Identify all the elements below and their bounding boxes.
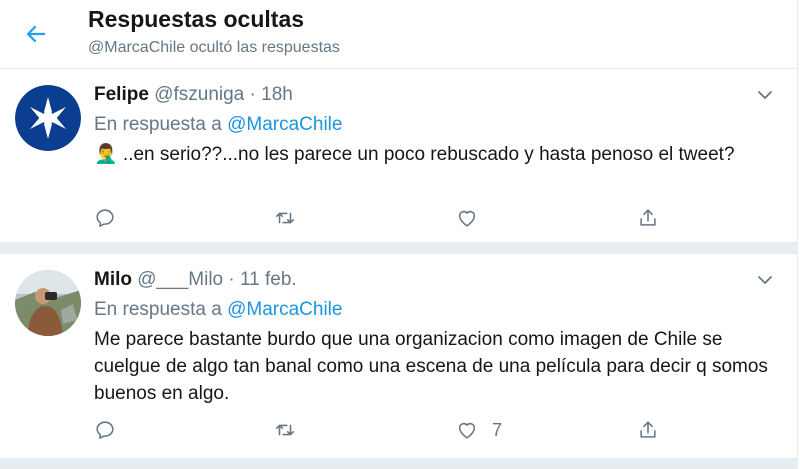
section-divider	[0, 242, 797, 254]
page-subtitle: @MarcaChile ocultó las respuestas	[88, 39, 340, 56]
page-title: Respuestas ocultas	[88, 6, 305, 32]
reply-button[interactable]	[94, 417, 116, 443]
tweet-header: Milo @___Milo · 11 feb.	[94, 269, 297, 291]
reply-context: En respuesta a @MarcaChile	[94, 114, 342, 136]
mention-link[interactable]: @MarcaChile	[227, 114, 342, 135]
share-icon	[640, 209, 656, 226]
retweet-button[interactable]	[274, 417, 296, 443]
section-divider	[0, 458, 797, 469]
reply-prefix: En respuesta a	[94, 114, 222, 135]
tweet-card[interactable]: Felipe @fszuniga · 18h En respuesta a @M…	[0, 69, 797, 242]
arrow-left-icon	[26, 25, 46, 43]
separator-dot: ·	[249, 84, 256, 105]
tweet-time[interactable]: 18h	[261, 84, 293, 105]
retweet-icon	[275, 424, 295, 436]
like-button[interactable]	[456, 205, 492, 231]
mention-link[interactable]: @MarcaChile	[227, 299, 342, 320]
retweet-icon	[275, 212, 295, 224]
avatar-star-logo	[15, 85, 81, 151]
header: Respuestas ocultas @MarcaChile ocultó la…	[0, 0, 797, 69]
author-name[interactable]: Felipe	[94, 84, 149, 105]
reply-button[interactable]	[94, 205, 116, 231]
tweet-text: Me parece bastante burdo que una organiz…	[94, 329, 768, 404]
chevron-down-icon	[758, 91, 772, 99]
retweet-button[interactable]	[274, 205, 296, 231]
chevron-down-icon	[758, 276, 772, 284]
author-name[interactable]: Milo	[94, 269, 132, 290]
reply-icon	[96, 209, 114, 228]
tweet-text: 🤦‍♂️ ..en serio??...no les parece un poc…	[94, 144, 735, 165]
tweet-actions	[94, 205, 694, 231]
tweet-menu-button[interactable]	[755, 270, 775, 290]
author-handle[interactable]: @fszuniga	[154, 84, 244, 105]
tweet-menu-button[interactable]	[755, 85, 775, 105]
author-handle[interactable]: @___Milo	[137, 269, 223, 290]
like-button[interactable]: 7	[456, 417, 502, 443]
share-button[interactable]	[637, 205, 659, 231]
like-count: 7	[492, 419, 503, 440]
share-button[interactable]	[637, 417, 659, 443]
tweet-card[interactable]: Milo @___Milo · 11 feb. En respuesta a @…	[0, 254, 797, 459]
share-icon	[640, 421, 656, 438]
reply-prefix: En respuesta a	[94, 299, 222, 320]
heart-icon	[458, 422, 476, 439]
tweet-actions: 7	[94, 417, 694, 443]
heart-icon	[458, 210, 476, 227]
avatar-photo	[15, 270, 81, 336]
timeline-column: Respuestas ocultas @MarcaChile ocultó la…	[0, 0, 798, 469]
tweet-header: Felipe @fszuniga · 18h	[94, 84, 293, 106]
reply-context: En respuesta a @MarcaChile	[94, 299, 342, 321]
avatar[interactable]	[15, 270, 81, 336]
separator-dot: ·	[228, 269, 235, 290]
tweet-time[interactable]: 11 feb.	[240, 269, 297, 290]
reply-icon	[96, 421, 114, 440]
back-button[interactable]	[22, 20, 50, 48]
avatar[interactable]	[15, 85, 81, 151]
